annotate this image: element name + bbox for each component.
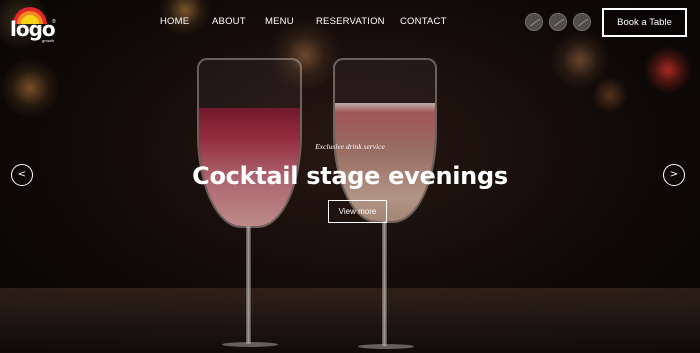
nav-home[interactable]: HOME [160, 16, 189, 27]
nav-about[interactable]: ABOUT [212, 16, 246, 27]
site-logo[interactable]: logo ® growth [10, 7, 56, 43]
hero-headline: Cocktail stage evenings [192, 162, 508, 190]
social-icon-2[interactable] [549, 13, 567, 31]
logo-trademark: ® [52, 19, 56, 25]
prev-slide-button[interactable]: < [11, 164, 33, 186]
nav-contact[interactable]: CONTACT [400, 16, 447, 27]
next-slide-button[interactable]: > [663, 164, 685, 186]
logo-subtitle: growth [42, 38, 55, 43]
nav-menu[interactable]: MENU [265, 16, 294, 27]
hero-slider: logo ® growth HOME ABOUT MENU RESERVATIO… [0, 0, 700, 353]
social-icon-3[interactable] [573, 13, 591, 31]
hero-eyebrow: Exclusive drink service [315, 142, 385, 151]
logo-text: logo [10, 17, 56, 41]
view-more-button[interactable]: View more [328, 200, 387, 223]
nav-reservation[interactable]: RESERVATION [316, 16, 385, 27]
book-table-button[interactable]: Book a Table [602, 8, 687, 37]
social-icon-1[interactable] [525, 13, 543, 31]
